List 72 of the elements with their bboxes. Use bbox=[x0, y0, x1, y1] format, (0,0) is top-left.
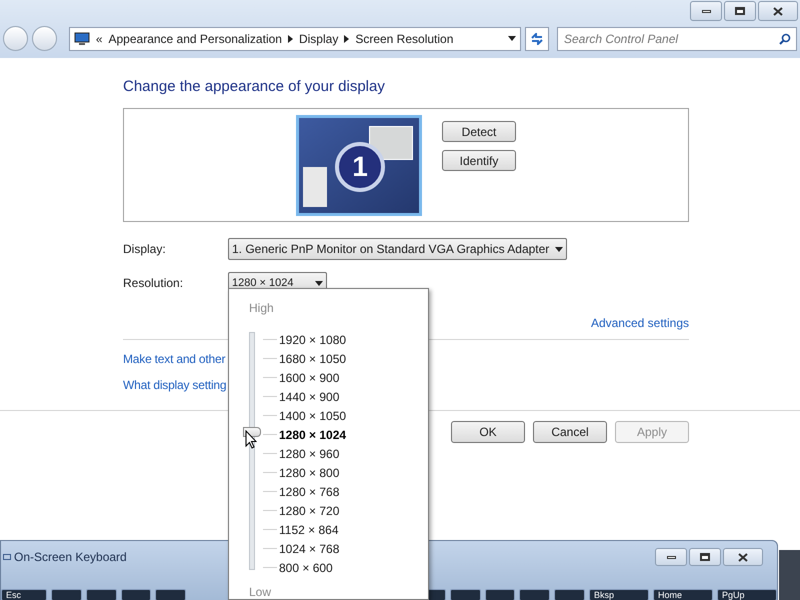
keyboard-key[interactable] bbox=[519, 589, 550, 600]
resolution-option[interactable]: 1280 × 720 bbox=[279, 502, 340, 520]
close-icon bbox=[738, 552, 748, 562]
monitor-thumbnail[interactable]: 1 bbox=[296, 115, 422, 216]
breadcrumb-arrow-icon bbox=[288, 34, 293, 42]
restore-icon bbox=[735, 7, 745, 15]
dialog-button[interactable]: Cancel bbox=[533, 421, 607, 443]
window-title: On-Screen Keyboard bbox=[14, 549, 127, 566]
resolution-option[interactable]: 1152 × 864 bbox=[279, 520, 339, 538]
overflow-chevron[interactable]: « bbox=[96, 30, 102, 48]
monitor-number: 1 bbox=[335, 142, 385, 192]
window-drawing bbox=[369, 126, 413, 160]
preview-button[interactable]: Identify bbox=[442, 150, 516, 171]
window-drawing bbox=[303, 167, 327, 207]
resolution-option[interactable]: 1680 × 1050 bbox=[279, 350, 346, 368]
high-label: High bbox=[249, 300, 275, 317]
page-heading: Change the appearance of your display bbox=[123, 77, 386, 97]
keyboard-key[interactable] bbox=[155, 589, 186, 600]
monitor-icon bbox=[74, 32, 90, 46]
restore-button[interactable] bbox=[689, 548, 721, 566]
dropdown-arrow-icon[interactable] bbox=[508, 36, 516, 41]
resolution-option[interactable]: 1440 × 900 bbox=[279, 388, 340, 406]
keyboard-key[interactable] bbox=[450, 589, 481, 600]
help-link[interactable]: Make text and other bbox=[123, 350, 226, 368]
mouse-cursor-icon bbox=[245, 430, 257, 449]
minimize-button[interactable] bbox=[690, 1, 722, 21]
minimize-icon bbox=[666, 556, 676, 558]
resolution-option[interactable]: 1600 × 900 bbox=[279, 368, 340, 386]
field-label: Resolution: bbox=[123, 275, 184, 292]
resolution-option[interactable]: 1024 × 768 bbox=[279, 540, 340, 558]
advanced-settings-link[interactable]: Advanced settings bbox=[590, 314, 689, 332]
keyboard-key[interactable] bbox=[484, 589, 516, 600]
resolution-option[interactable]: 1400 × 1050 bbox=[279, 406, 346, 424]
restore-button[interactable] bbox=[724, 1, 756, 21]
keyboard-key[interactable]: Esc bbox=[1, 589, 47, 600]
keyboard-icon bbox=[3, 553, 11, 561]
breadcrumb-item[interactable]: Display bbox=[298, 30, 338, 48]
display-dropdown[interactable]: 1. Generic PnP Monitor on Standard VGA Graphics Adapter bbox=[228, 238, 568, 260]
keyboard-key[interactable]: Bksp bbox=[588, 589, 649, 600]
breadcrumb-item[interactable]: Screen Resolution bbox=[355, 30, 454, 48]
restore-icon bbox=[700, 553, 710, 561]
resolution-option[interactable]: 1280 × 800 bbox=[279, 464, 340, 482]
preview-button[interactable]: Detect bbox=[442, 121, 516, 142]
field-label: Display: bbox=[123, 241, 167, 258]
keyboard-key[interactable]: Home bbox=[652, 589, 713, 600]
breadcrumb-arrow-icon bbox=[344, 34, 350, 42]
refresh-icon bbox=[530, 32, 544, 44]
search-field[interactable]: Search Control Panel bbox=[556, 26, 797, 50]
dialog-button[interactable]: OK bbox=[451, 421, 525, 443]
keyboard-key[interactable] bbox=[86, 589, 117, 600]
close-icon bbox=[773, 6, 783, 16]
dropdown-arrow-icon bbox=[555, 246, 564, 252]
breadcrumb-item[interactable]: Appearance and Personalization bbox=[108, 30, 282, 48]
minimize-button[interactable] bbox=[655, 548, 687, 566]
address-bar[interactable]: « Appearance and Personalization Display Screen Resolution bbox=[68, 26, 522, 50]
minimize-icon bbox=[702, 10, 710, 12]
resolution-option[interactable]: 1920 × 1080 bbox=[279, 330, 346, 348]
refresh-button[interactable] bbox=[525, 26, 549, 50]
dropdown-arrow-icon bbox=[315, 280, 323, 286]
desktop-background bbox=[779, 550, 800, 600]
resolution-option[interactable]: 800 × 600 bbox=[279, 558, 333, 576]
search-icon bbox=[778, 32, 791, 44]
slider-track[interactable] bbox=[243, 332, 261, 570]
low-label: Low bbox=[249, 584, 272, 600]
keyboard-key[interactable]: PgUp bbox=[716, 589, 777, 600]
help-link[interactable]: What display setting bbox=[123, 376, 226, 394]
resolution-option[interactable]: 1280 × 960 bbox=[279, 444, 340, 462]
keyboard-key[interactable] bbox=[120, 589, 152, 600]
close-button[interactable] bbox=[723, 548, 763, 566]
resolution-option[interactable]: 1280 × 1024 bbox=[279, 426, 346, 444]
close-button[interactable] bbox=[758, 1, 798, 21]
resolution-option[interactable]: 1280 × 768 bbox=[279, 482, 340, 500]
